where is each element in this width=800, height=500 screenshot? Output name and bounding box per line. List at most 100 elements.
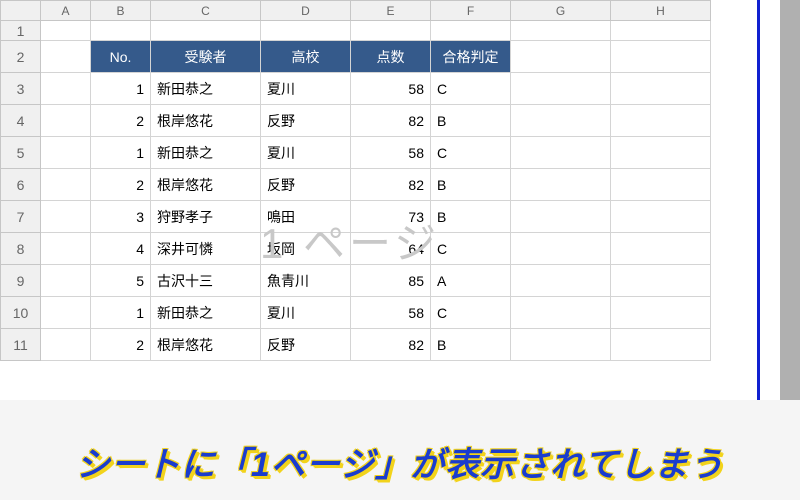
cell[interactable] — [511, 329, 611, 361]
cell-score[interactable]: 82 — [351, 105, 431, 137]
cell[interactable] — [611, 329, 711, 361]
row-header[interactable]: 3 — [1, 73, 41, 105]
cell-no[interactable]: 2 — [91, 329, 151, 361]
cell-examinee[interactable]: 古沢十三 — [151, 265, 261, 297]
cell[interactable] — [41, 137, 91, 169]
cell[interactable] — [511, 105, 611, 137]
table-header-score[interactable]: 点数 — [351, 41, 431, 73]
cell-result[interactable]: B — [431, 201, 511, 233]
cell-no[interactable]: 2 — [91, 169, 151, 201]
row-header[interactable]: 1 — [1, 21, 41, 41]
col-header-F[interactable]: F — [431, 1, 511, 21]
cell[interactable] — [41, 21, 91, 41]
cell[interactable] — [611, 137, 711, 169]
cell-result[interactable]: A — [431, 265, 511, 297]
cell[interactable] — [351, 21, 431, 41]
cell-examinee[interactable]: 新田恭之 — [151, 137, 261, 169]
cell-examinee[interactable]: 新田恭之 — [151, 297, 261, 329]
cell-no[interactable]: 2 — [91, 105, 151, 137]
cell-school[interactable]: 魚青川 — [261, 265, 351, 297]
cell-school[interactable]: 夏川 — [261, 297, 351, 329]
cell[interactable] — [151, 21, 261, 41]
row-header[interactable]: 10 — [1, 297, 41, 329]
table-header-examinee[interactable]: 受験者 — [151, 41, 261, 73]
cell[interactable] — [511, 201, 611, 233]
cell-examinee[interactable]: 根岸悠花 — [151, 169, 261, 201]
cell[interactable] — [511, 169, 611, 201]
cell-result[interactable]: C — [431, 297, 511, 329]
cell[interactable] — [431, 21, 511, 41]
cell[interactable] — [511, 73, 611, 105]
cell[interactable] — [611, 105, 711, 137]
cell[interactable] — [41, 201, 91, 233]
cell[interactable] — [611, 297, 711, 329]
cell-school[interactable]: 反野 — [261, 169, 351, 201]
cell-score[interactable]: 73 — [351, 201, 431, 233]
cell[interactable] — [611, 21, 711, 41]
col-header-A[interactable]: A — [41, 1, 91, 21]
cell[interactable] — [511, 21, 611, 41]
col-header-C[interactable]: C — [151, 1, 261, 21]
cell[interactable] — [511, 137, 611, 169]
col-header-D[interactable]: D — [261, 1, 351, 21]
cell-no[interactable]: 1 — [91, 73, 151, 105]
cell[interactable] — [41, 297, 91, 329]
cell-score[interactable]: 82 — [351, 329, 431, 361]
row-header[interactable]: 6 — [1, 169, 41, 201]
col-header-B[interactable]: B — [91, 1, 151, 21]
row-header[interactable]: 5 — [1, 137, 41, 169]
cell-result[interactable]: B — [431, 329, 511, 361]
cell[interactable] — [41, 41, 91, 73]
cell-school[interactable]: 夏川 — [261, 137, 351, 169]
cell[interactable] — [41, 169, 91, 201]
cell-no[interactable]: 4 — [91, 233, 151, 265]
cell-result[interactable]: B — [431, 169, 511, 201]
cell[interactable] — [611, 41, 711, 73]
cell-score[interactable]: 58 — [351, 73, 431, 105]
col-header-G[interactable]: G — [511, 1, 611, 21]
cell-no[interactable]: 5 — [91, 265, 151, 297]
select-all-corner[interactable] — [1, 1, 41, 21]
cell[interactable] — [41, 233, 91, 265]
cell-examinee[interactable]: 深井可憐 — [151, 233, 261, 265]
cell-examinee[interactable]: 根岸悠花 — [151, 105, 261, 137]
cell[interactable] — [611, 201, 711, 233]
row-header[interactable]: 4 — [1, 105, 41, 137]
cell[interactable] — [511, 297, 611, 329]
cell-no[interactable]: 3 — [91, 201, 151, 233]
cell[interactable] — [511, 265, 611, 297]
cell[interactable] — [611, 73, 711, 105]
cell[interactable] — [41, 329, 91, 361]
table-header-result[interactable]: 合格判定 — [431, 41, 511, 73]
cell-score[interactable]: 58 — [351, 297, 431, 329]
cell-result[interactable]: B — [431, 105, 511, 137]
table-header-no[interactable]: No. — [91, 41, 151, 73]
cell-result[interactable]: C — [431, 233, 511, 265]
cell-school[interactable]: 坂岡 — [261, 233, 351, 265]
cell-school[interactable]: 反野 — [261, 105, 351, 137]
cell-result[interactable]: C — [431, 137, 511, 169]
cell[interactable] — [41, 265, 91, 297]
row-header[interactable]: 7 — [1, 201, 41, 233]
cell-score[interactable]: 58 — [351, 137, 431, 169]
cell-examinee[interactable]: 狩野孝子 — [151, 201, 261, 233]
row-header[interactable]: 11 — [1, 329, 41, 361]
cell-score[interactable]: 64 — [351, 233, 431, 265]
cell[interactable] — [41, 105, 91, 137]
table-header-school[interactable]: 高校 — [261, 41, 351, 73]
spreadsheet-grid[interactable]: A B C D E F G H 12No.受験者高校点数合格判定31新田恭之夏川… — [0, 0, 711, 361]
cell[interactable] — [261, 21, 351, 41]
cell[interactable] — [611, 265, 711, 297]
cell-examinee[interactable]: 根岸悠花 — [151, 329, 261, 361]
cell[interactable] — [91, 21, 151, 41]
cell-no[interactable]: 1 — [91, 297, 151, 329]
cell-school[interactable]: 鳴田 — [261, 201, 351, 233]
row-header[interactable]: 2 — [1, 41, 41, 73]
col-header-H[interactable]: H — [611, 1, 711, 21]
cell-school[interactable]: 夏川 — [261, 73, 351, 105]
cell[interactable] — [511, 41, 611, 73]
row-header[interactable]: 9 — [1, 265, 41, 297]
cell[interactable] — [611, 169, 711, 201]
cell-examinee[interactable]: 新田恭之 — [151, 73, 261, 105]
cell-score[interactable]: 82 — [351, 169, 431, 201]
